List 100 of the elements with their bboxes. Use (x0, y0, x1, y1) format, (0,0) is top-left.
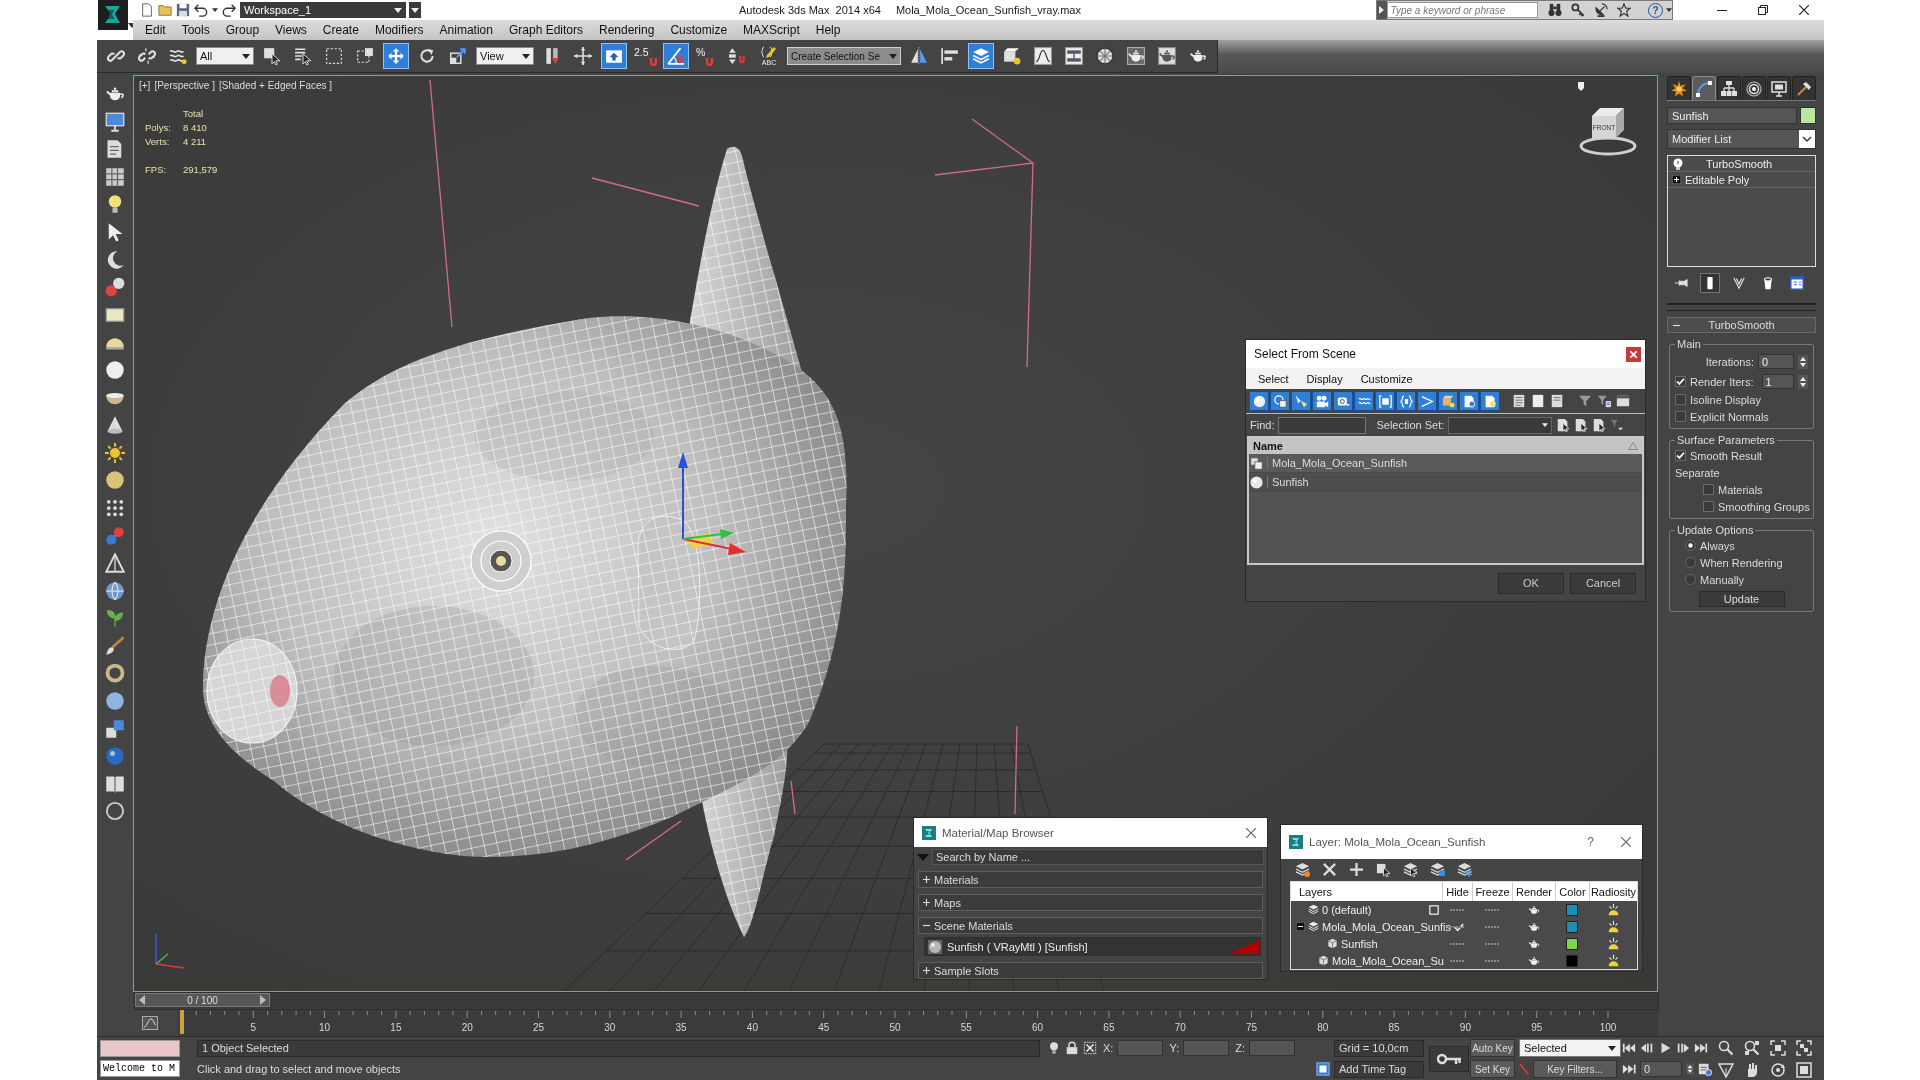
sun-rays-icon[interactable] (1606, 937, 1620, 950)
pyramid-icon[interactable] (105, 553, 125, 574)
options-button[interactable] (409, 2, 421, 18)
current-frame-marker[interactable] (180, 1010, 184, 1034)
transform-gizmo[interactable] (678, 452, 746, 555)
rollout-header[interactable]: TurboSmooth (1667, 317, 1816, 333)
sun-rays-icon[interactable] (1606, 954, 1620, 967)
teapot-icon[interactable] (1527, 920, 1540, 933)
filter-toggle[interactable] (1375, 391, 1395, 411)
expand-icon[interactable] (1672, 175, 1681, 184)
filter-toggle[interactable] (1249, 391, 1269, 411)
checkbox[interactable] (1703, 484, 1714, 495)
spinner-arrows-icon[interactable] (1798, 354, 1808, 369)
object-name-field[interactable]: Sunfish (1667, 107, 1797, 124)
sun-rays-icon[interactable] (1606, 920, 1620, 933)
menu-item[interactable]: Modifiers (366, 23, 432, 37)
column-header[interactable]: Name (1249, 438, 1642, 454)
viewport-menu-label[interactable]: [+] (139, 80, 151, 91)
filter-toggle[interactable] (1270, 391, 1290, 411)
dialog-button[interactable]: Cancel (1570, 572, 1636, 594)
teapot-icon[interactable] (1527, 937, 1540, 950)
key-icon[interactable] (1571, 3, 1585, 17)
empty-square-icon[interactable] (1429, 904, 1439, 915)
keyboard-override-button[interactable] (601, 43, 627, 69)
list-row[interactable]: Mola_Mola_Ocean_Sunfish (1249, 454, 1642, 473)
satellite-dish-icon[interactable] (1594, 3, 1608, 17)
sphere-icon[interactable] (105, 359, 125, 380)
color-swatch[interactable] (1567, 921, 1577, 932)
toolbar-dropdown[interactable]: All (196, 47, 254, 65)
plus-icon[interactable] (1349, 861, 1364, 877)
redo-icon[interactable] (222, 3, 236, 17)
section-header[interactable]: Maps (918, 894, 1263, 911)
lock-icon[interactable] (1065, 1041, 1079, 1055)
key-button[interactable] (1429, 1045, 1469, 1072)
checkbox[interactable] (1675, 411, 1686, 422)
app-logo-icon[interactable] (98, 0, 128, 30)
color-swatch[interactable] (1567, 955, 1577, 966)
spinner-field[interactable]: 0 (1758, 354, 1794, 369)
binoculars-icon[interactable] (1548, 3, 1562, 17)
go-to-start-icon[interactable] (1622, 1041, 1636, 1055)
checkbox[interactable] (1675, 376, 1686, 387)
spinner-field[interactable]: 1 (1761, 374, 1794, 389)
stacked-boxes-icon[interactable] (105, 718, 125, 739)
radio-button[interactable] (1685, 557, 1696, 568)
page-cursor-icon[interactable] (1556, 418, 1571, 432)
menu-item[interactable]: Display (1306, 372, 1343, 385)
next-frame-icon[interactable] (1676, 1041, 1690, 1055)
filter-toggle[interactable] (1396, 391, 1416, 411)
dialog-button[interactable]: OK (1498, 572, 1564, 594)
funnel-list-icon[interactable] (1597, 394, 1611, 408)
coordinate-field[interactable] (1249, 1040, 1295, 1056)
color-swatch[interactable] (1567, 904, 1577, 915)
layer-row[interactable]: Mola_Mola_Ocean_Sunfis (1291, 918, 1637, 935)
dot-grid-icon[interactable] (105, 497, 125, 518)
crescent-icon[interactable] (105, 249, 125, 270)
object-color-swatch[interactable] (1800, 107, 1816, 124)
menu-item[interactable]: Animation (431, 23, 501, 37)
search-field[interactable]: Type a keyword or phrase (1386, 2, 1538, 18)
menu-item[interactable]: Customize (1360, 372, 1413, 385)
new-file-icon[interactable] (140, 3, 154, 17)
column-header[interactable]: Render (1512, 882, 1555, 901)
ring-icon[interactable] (105, 663, 125, 684)
set-key-button[interactable]: Set Key (1470, 1060, 1515, 1078)
add-time-tag-button[interactable]: Add Time Tag (1334, 1060, 1424, 1078)
menu-item[interactable]: Create (314, 23, 367, 37)
spinner-arrows-icon[interactable] (1798, 374, 1808, 389)
checkbox[interactable] (1675, 450, 1686, 461)
section-header[interactable]: Materials (918, 871, 1263, 888)
section-header[interactable]: Sample Slots (918, 962, 1263, 979)
sun-icon[interactable] (105, 442, 125, 463)
filter-toggle[interactable] (1459, 391, 1479, 411)
menu-item[interactable]: Rendering (591, 23, 663, 37)
columns-icon[interactable] (1616, 394, 1630, 408)
filter-toggle[interactable] (1417, 391, 1437, 411)
page-cursor-icon[interactable] (1592, 418, 1607, 432)
radio-button[interactable] (1685, 540, 1696, 551)
sphere-icon[interactable] (105, 691, 125, 712)
section-header[interactable]: Scene Materials (918, 917, 1263, 934)
menu-item[interactable]: Group (217, 23, 268, 37)
layers-highlight-icon[interactable] (1430, 861, 1445, 877)
time-slider-track[interactable]: 0 / 100 (134, 992, 1659, 1010)
maximize-icon[interactable] (1796, 1061, 1812, 1078)
cursor-layers-icon[interactable] (1403, 861, 1418, 877)
funnel-icon[interactable] (1578, 394, 1592, 408)
stack-tool-button[interactable] (1787, 273, 1807, 293)
field-of-view-icon[interactable] (1718, 1061, 1734, 1078)
blank-page-icon[interactable] (1531, 394, 1545, 408)
lightbulb-icon[interactable] (1047, 1041, 1061, 1055)
coordinate-field[interactable] (1183, 1040, 1230, 1056)
leaf-icon[interactable] (105, 608, 125, 629)
menu-item[interactable]: Select (1258, 372, 1289, 385)
menu-item[interactable]: Help (807, 23, 849, 37)
collapse-icon[interactable] (1296, 922, 1305, 931)
viewport-menu-label[interactable]: [Shaded + Edged Faces ] (219, 80, 333, 91)
half-lined-page-icon[interactable] (1550, 394, 1564, 408)
spinner-arrows-icon[interactable] (1686, 1063, 1694, 1075)
left-arrow-icon[interactable] (139, 995, 145, 1005)
list-row[interactable]: Sunfish (1249, 473, 1642, 492)
cone-icon[interactable] (105, 415, 125, 436)
zoom-extents-icon[interactable] (1770, 1039, 1786, 1056)
